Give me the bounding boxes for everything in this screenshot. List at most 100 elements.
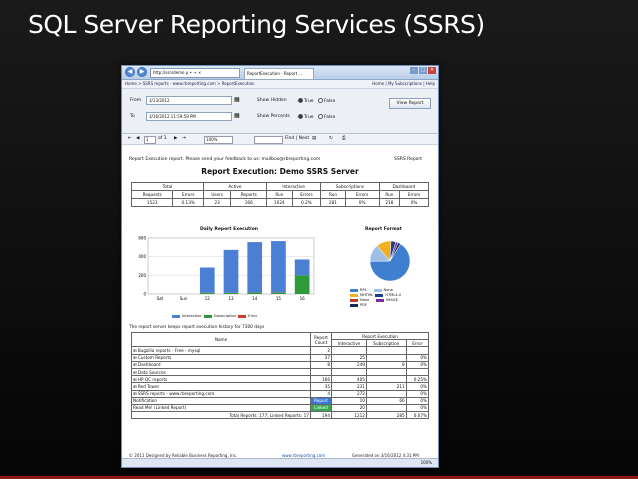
row-interactive xyxy=(331,346,367,355)
table-row[interactable]: ⊞ Red Tower 35 231 211 0% xyxy=(131,382,430,391)
summary-value: 218 xyxy=(378,198,401,207)
table-row[interactable]: ⊞ HP QC reports 166 405 0.25% xyxy=(131,375,430,384)
table-row[interactable]: Read Me! (Linked Report) Linked 20 0% xyxy=(131,403,430,413)
show-hidden-radios: True False xyxy=(295,98,335,104)
bar-subscription xyxy=(247,292,263,294)
summary-col: Errors xyxy=(291,190,322,199)
header-links[interactable]: Home | My Subscriptions | Help xyxy=(372,80,435,88)
show-hidden-true-radio[interactable] xyxy=(298,98,303,103)
x-tick-label: Sat xyxy=(157,296,164,301)
bar-interactive xyxy=(223,249,239,293)
summary-group: Active xyxy=(202,182,268,191)
show-percents-false-radio[interactable] xyxy=(318,114,323,119)
total-count: 194 xyxy=(310,411,332,420)
x-tick-label: 16 xyxy=(300,296,306,301)
export-icon[interactable]: ▤ xyxy=(312,134,316,144)
format-chart-title: Report Format xyxy=(365,227,402,232)
row-interactive: 405 xyxy=(331,375,367,384)
show-hidden-label: Show Hidden xyxy=(257,98,287,103)
row-subscription xyxy=(365,353,407,362)
summary-value: 0% xyxy=(344,198,380,207)
row-interactive: 249 xyxy=(331,360,367,369)
legend-label: None xyxy=(383,288,393,292)
summary-col: Errors xyxy=(399,190,429,199)
close-button[interactable]: ✕ xyxy=(428,67,436,74)
table-row[interactable]: ⊞ Bugzilla reports - Free - mysql 2 xyxy=(131,346,430,355)
table-row[interactable]: ⊞ Custom Reports 37 25 0% xyxy=(131,353,430,362)
status-zoom[interactable]: 100% xyxy=(421,459,432,467)
row-error: 0% xyxy=(405,389,430,398)
total-error: 0.07% xyxy=(405,411,430,420)
row-interactive: 10 xyxy=(331,396,367,405)
row-error xyxy=(405,346,430,355)
find-input[interactable] xyxy=(254,136,283,144)
view-report-button[interactable]: View Report xyxy=(389,98,431,109)
first-page-icon[interactable]: ⇤ xyxy=(128,134,132,144)
find-next-link[interactable]: Find | Next xyxy=(285,134,309,144)
minimize-button[interactable]: – xyxy=(410,67,418,74)
legend-label: IMAGE xyxy=(386,298,398,302)
report-note: Report Execution report. Please send you… xyxy=(129,157,321,162)
breadcrumb: Home > SSRS reports - www.rbreporting.co… xyxy=(122,80,438,89)
row-count: 166 xyxy=(310,375,332,384)
parameter-panel: From 3/13/2012 ▦ To 3/16/2012 11:59:59 P… xyxy=(122,89,438,134)
row-name: Read Me! (Linked Report) xyxy=(131,403,311,413)
from-label: From xyxy=(130,98,142,103)
summary-value: 0.13% xyxy=(172,198,204,207)
legend-swatch xyxy=(373,288,382,292)
x-tick-label: 15 xyxy=(276,296,282,301)
calendar-icon[interactable]: ▦ xyxy=(234,112,240,119)
row-interactive: 272 xyxy=(331,389,367,398)
row-name: ⊞ Dashboard xyxy=(131,360,311,369)
row-name: ⊞ HP QC reports xyxy=(131,375,311,384)
row-subscription: 66 xyxy=(365,396,407,405)
row-interactive: 20 xyxy=(331,403,367,413)
format-legend: RPL None MHTML HTML4.0 None IMAGE PDF xyxy=(350,288,401,308)
prev-page-icon[interactable]: ◀ xyxy=(136,134,139,144)
refresh-icon[interactable]: ↻ xyxy=(329,134,333,144)
y-tick-label: 600 xyxy=(138,236,146,241)
zoom-select[interactable]: 100% xyxy=(204,136,233,144)
slide-title: SQL Server Reporting Services (SSRS) xyxy=(28,10,485,39)
show-hidden-false-radio[interactable] xyxy=(318,98,323,103)
browser-tab[interactable]: ReportExecution - Report ... xyxy=(244,68,314,80)
back-button[interactable]: ◀ xyxy=(125,67,135,77)
page-input[interactable]: 1 xyxy=(144,136,156,144)
address-controls: ρ • → × xyxy=(185,70,202,75)
to-date-input[interactable]: 3/16/2012 11:59:59 PM xyxy=(146,112,232,121)
breadcrumb-path[interactable]: Home > SSRS reports - www.rbreporting.co… xyxy=(125,81,255,86)
table-row[interactable]: ⊞ SSRS reports - www.rbreporting.com 4 272… xyxy=(131,389,430,398)
bar-subscription xyxy=(271,292,286,294)
true-label: True xyxy=(304,99,314,104)
show-percents-true-radio[interactable] xyxy=(298,114,303,119)
from-date-input[interactable]: 3/13/2012 xyxy=(146,96,232,105)
row-count: Report xyxy=(310,396,332,405)
row-name: Notification xyxy=(131,396,311,405)
forward-button[interactable]: ▶ xyxy=(137,67,147,77)
row-name: ⊞ Bugzilla reports - Free - mysql xyxy=(131,346,311,355)
legend-swatch xyxy=(375,293,384,297)
table-row[interactable]: Notification Report 10 66 0% xyxy=(131,396,430,405)
false-label: False xyxy=(324,99,336,104)
table-row[interactable]: ⊞ Dashboard 8 249 8 0% xyxy=(131,360,430,369)
bar-interactive xyxy=(247,242,263,293)
calendar-icon[interactable]: ▦ xyxy=(234,96,240,103)
maximize-button[interactable]: □ xyxy=(419,67,427,74)
summary-group: Dashboard xyxy=(378,182,430,191)
summary-value: 1024 xyxy=(266,198,293,207)
status-bar: 100% xyxy=(122,458,438,467)
summary-col: Errors xyxy=(344,190,380,199)
next-page-icon[interactable]: ▶ xyxy=(174,134,177,144)
x-tick-label: 14 xyxy=(252,296,258,301)
summary-col: Run xyxy=(266,190,293,199)
row-subscription: 211 xyxy=(365,382,407,391)
address-bar[interactable]: http://ssrsdemo ρ • → × xyxy=(150,68,240,78)
row-count: 37 xyxy=(310,353,332,362)
row-count: 4 xyxy=(310,389,332,398)
last-page-icon[interactable]: ⇥ xyxy=(182,134,186,144)
x-tick-label: 13 xyxy=(228,296,234,301)
row-name: ⊞ Red Tower xyxy=(131,382,311,391)
table-row[interactable]: ⊞ Data Sources xyxy=(131,367,430,377)
print-icon[interactable]: ⎙ xyxy=(342,134,346,144)
summary-col: Users xyxy=(202,190,232,199)
